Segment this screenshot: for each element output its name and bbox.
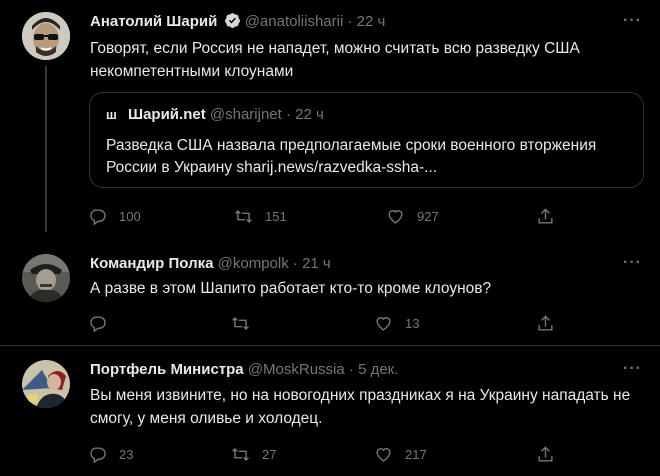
avatar-image — [22, 12, 70, 60]
avatar-anatoliisharii[interactable] — [22, 12, 70, 60]
share-button[interactable] — [536, 206, 555, 226]
verified-badge-icon — [224, 13, 240, 28]
reply-count: 100 — [119, 208, 141, 224]
quoted-tweet[interactable]: ш Шарий.net @sharijnet · 22 ч Разведка С… — [89, 92, 644, 188]
author-handle[interactable]: @kompolk — [218, 255, 289, 272]
tweet-time[interactable]: 21 ч — [302, 255, 331, 272]
more-icon[interactable]: ··· — [623, 254, 642, 272]
quoted-tweet-text: Разведка США назвала предполагаемые срок… — [106, 137, 597, 176]
share-icon — [538, 445, 553, 462]
reply-button[interactable]: 23 — [88, 444, 133, 464]
more-icon[interactable]: ··· — [623, 12, 642, 30]
tweet-time[interactable]: 5 дек. — [358, 361, 398, 378]
quoted-author-handle: @sharijnet — [209, 106, 282, 123]
like-button[interactable]: 13 — [374, 313, 419, 333]
reply-count: 23 — [119, 446, 134, 462]
avatar-kompolk[interactable] — [22, 254, 70, 302]
tweet-text: Говорят, если Россия не нападет, можно с… — [90, 40, 580, 80]
like-count: 13 — [405, 315, 420, 331]
tweet-actions: 13 — [88, 313, 558, 333]
tweet-header: Командир Полка @kompolk · 21 ч — [90, 254, 331, 274]
avatar-image — [22, 360, 70, 408]
tweet-time[interactable]: 22 ч — [357, 13, 386, 30]
reply-button[interactable] — [88, 313, 119, 333]
author-handle[interactable]: @MoskRussia — [248, 361, 345, 378]
author-name[interactable]: Анатолий Шарий — [90, 13, 217, 30]
tweet-header: Портфель Министра @MoskRussia · 5 дек. — [90, 360, 398, 380]
avatar-image — [22, 254, 70, 302]
tweet-1[interactable]: Анатолий Шарий @anatoliisharii · 22 ч ··… — [0, 0, 660, 240]
reply-button[interactable]: 100 — [88, 206, 141, 226]
like-icon — [388, 209, 403, 224]
retweet-icon — [232, 447, 249, 461]
like-button[interactable]: 217 — [374, 444, 427, 464]
separator-dot: · — [347, 13, 353, 30]
like-count: 927 — [417, 208, 439, 224]
reply-icon — [90, 208, 106, 225]
retweet-button[interactable]: 27 — [231, 444, 276, 464]
retweet-icon — [235, 209, 252, 223]
retweet-icon — [232, 316, 249, 330]
share-icon — [538, 207, 553, 224]
tweet-actions: 100 151 927 — [88, 206, 558, 226]
quoted-tweet-header: Шарий.net @sharijnet · 22 ч — [128, 105, 324, 125]
retweet-button[interactable]: 151 — [234, 206, 287, 226]
quoted-tweet-time: 22 ч — [295, 106, 324, 123]
more-icon[interactable]: ··· — [623, 360, 642, 378]
tweet-header: Анатолий Шарий @anatoliisharii · 22 ч — [90, 12, 385, 32]
reply-icon — [90, 446, 106, 463]
sharijnet-logo: ш — [106, 107, 117, 122]
reply-icon — [90, 315, 106, 332]
tweet-text: А разве в этом Шапито работает кто-то кр… — [90, 280, 492, 297]
author-name[interactable]: Командир Полка — [90, 255, 213, 272]
share-button[interactable] — [536, 313, 555, 333]
like-icon — [376, 316, 391, 331]
retweet-count: 151 — [265, 208, 287, 224]
separator-dot: · — [285, 106, 291, 123]
share-icon — [538, 314, 553, 331]
separator-dot: · — [348, 361, 354, 378]
like-icon — [376, 447, 391, 462]
retweet-count: 27 — [262, 446, 277, 462]
thread-connector — [45, 66, 47, 232]
separator-dot: · — [292, 255, 298, 272]
share-button[interactable] — [536, 444, 555, 464]
author-name[interactable]: Портфель Министра — [90, 361, 244, 378]
retweet-button[interactable] — [231, 313, 262, 333]
quoted-author-name: Шарий.net — [128, 106, 206, 123]
like-button[interactable]: 927 — [386, 206, 439, 226]
author-handle[interactable]: @anatoliisharii — [245, 13, 344, 30]
tweet-3[interactable]: Портфель Министра @MoskRussia · 5 дек. ·… — [0, 346, 660, 476]
tweet-actions: 23 27 217 — [88, 444, 558, 464]
tweet-text: Вы меня извините, но на новогодних празд… — [90, 387, 631, 427]
like-count: 217 — [405, 446, 427, 462]
avatar-moskrussia[interactable] — [22, 360, 70, 408]
tweet-2[interactable]: Командир Полка @kompolk · 21 ч ··· А раз… — [0, 240, 660, 344]
